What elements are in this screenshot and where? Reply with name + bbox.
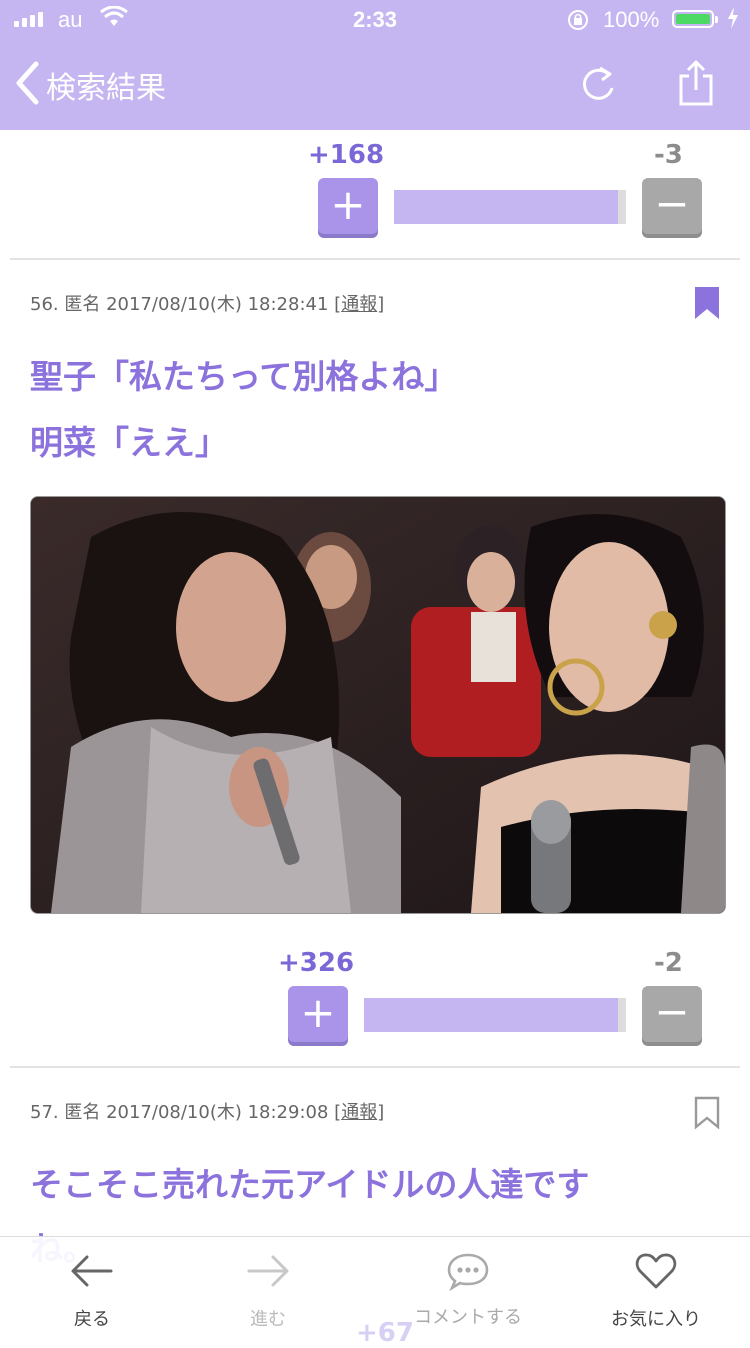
chevron-left-icon xyxy=(14,60,40,110)
navigation-bar: 検索結果 xyxy=(0,40,750,130)
heart-icon xyxy=(566,1251,746,1295)
orientation-lock-icon xyxy=(566,8,590,38)
report-link[interactable]: 通報 xyxy=(341,294,377,315)
report-link[interactable]: 通報 xyxy=(341,1102,377,1123)
divider xyxy=(10,258,740,260)
plus-count: +326 xyxy=(278,948,355,978)
vote-bar-prev: +168 -3 + − xyxy=(0,140,750,240)
post-body-line: 聖子「私たちって別格よね」 xyxy=(30,357,458,396)
vote-ratio-bar xyxy=(394,190,626,224)
tab-label: お気に入り xyxy=(611,1309,701,1330)
tab-label: 進む xyxy=(250,1309,286,1330)
battery-percent: 100% xyxy=(603,7,660,32)
bookmark-button[interactable] xyxy=(694,1096,720,1134)
share-icon xyxy=(676,60,716,112)
minus-count: -2 xyxy=(654,948,683,978)
tab-favorites[interactable]: お気に入り xyxy=(566,1237,746,1335)
tab-forward[interactable]: 進む xyxy=(178,1237,358,1335)
bookmark-button[interactable] xyxy=(694,286,720,324)
plus-count-peek: +67 xyxy=(356,1318,414,1348)
back-button[interactable]: 検索結果 xyxy=(14,60,166,110)
divider xyxy=(10,1066,740,1068)
minus-button[interactable]: − xyxy=(642,178,702,234)
post-meta-text: 56. 匿名 2017/08/10(木) 18:28:41 xyxy=(30,294,329,315)
tab-back[interactable]: 戻る xyxy=(2,1237,182,1335)
post-photo xyxy=(31,497,725,913)
post-body-line: そこそこ売れた元アイドルの人達です xyxy=(30,1165,590,1204)
battery-icon xyxy=(672,10,718,28)
tab-label: 戻る xyxy=(74,1309,110,1330)
status-bar: au 2:33 100% xyxy=(0,0,750,40)
reload-button[interactable] xyxy=(578,62,618,110)
arrow-right-icon xyxy=(178,1251,358,1295)
bookmark-outline-icon xyxy=(694,1096,720,1134)
post-image[interactable] xyxy=(30,496,726,914)
charging-icon xyxy=(726,6,740,36)
post-meta: 57. 匿名 2017/08/10(木) 18:29:08 [通報] xyxy=(30,1102,385,1123)
vote-bar: +326 -2 + − xyxy=(0,948,750,1048)
plus-button[interactable]: + xyxy=(318,178,378,234)
back-label: 検索結果 xyxy=(46,71,166,106)
share-button[interactable] xyxy=(676,58,716,112)
comment-icon xyxy=(378,1251,558,1295)
reload-icon xyxy=(578,66,618,110)
plus-count: +168 xyxy=(308,140,385,170)
post-meta-text: 57. 匿名 2017/08/10(木) 18:29:08 xyxy=(30,1102,329,1123)
vote-ratio-bar xyxy=(364,998,626,1032)
bookmark-filled-icon xyxy=(694,287,720,324)
minus-button[interactable]: − xyxy=(642,986,702,1042)
post-body-line: 明菜「ええ」 xyxy=(30,423,228,462)
minus-count: -3 xyxy=(654,140,683,170)
plus-button[interactable]: + xyxy=(288,986,348,1042)
arrow-left-icon xyxy=(2,1251,182,1295)
post-meta: 56. 匿名 2017/08/10(木) 18:28:41 [通報] xyxy=(30,294,385,315)
